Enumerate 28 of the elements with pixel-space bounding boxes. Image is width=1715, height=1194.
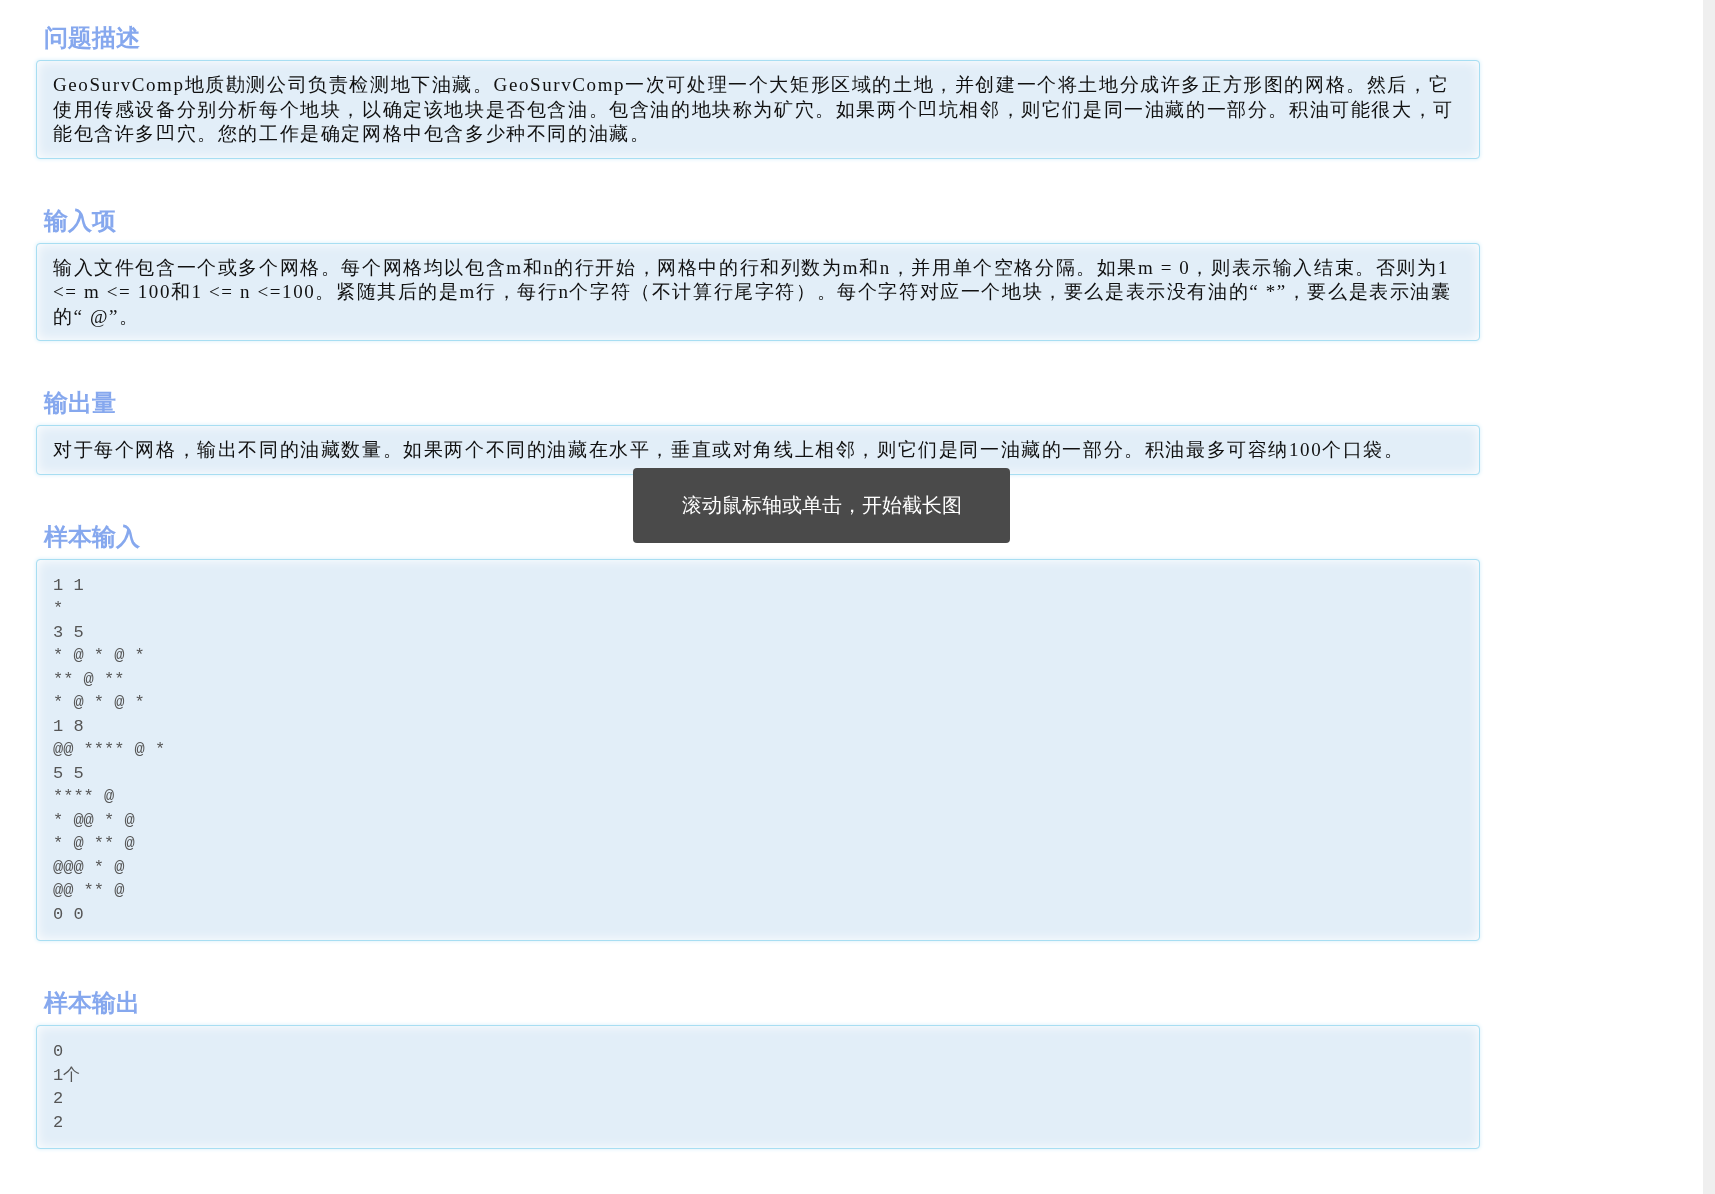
code-line: **** @ xyxy=(53,786,116,808)
section-heading: 输入项 xyxy=(44,205,116,237)
code-line: * @@ * @ xyxy=(53,809,136,832)
code-line: 3 5 xyxy=(53,621,85,644)
code-line: 1 8 xyxy=(53,715,85,738)
code-line: 0 xyxy=(53,1041,65,1063)
code-line: 2 xyxy=(53,1088,65,1110)
code-line: * @ ** @ xyxy=(53,833,136,855)
code-line: 1个 xyxy=(53,1064,82,1087)
description-text: GeoSurvComp地质勘测公司负责检测地下油藏。GeoSurvComp一次可处理一个大矩形区域的土地，并创建一个将土地分成许多正方形图的网格。然后，它使用传感设备分别分析每个地块，以确定该地块是否包含油。包含油的地块称为矿穴。如果两个凹坑相邻，则它们是同一油藏的一部分。积油可能很大，可能包含许多凹穴。您的工作是确定网格中包含多少种不同的油藏。 xyxy=(53,73,1455,146)
code-line: @@ ** @ xyxy=(53,880,126,902)
description-text: 对于每个网格，输出不同的油藏数量。如果两个不同的油藏在水平，垂直或对角线上相邻，则它们是同一油藏的一部分。积油最多可容纳100个口袋。 xyxy=(53,438,1406,462)
section-heading: 问题描述 xyxy=(44,23,140,54)
section-heading: 输出量 xyxy=(44,388,116,419)
toast-message: 滚动鼠标轴或单击，开始截长图 xyxy=(633,468,1010,543)
description-text: 输入文件包含一个或多个网格。每个网格均以包含m和n的行开始，网格中的行和列数为m和n，并用单个空格分隔。如果m = 0，则表示输入结束。否则为1 <= m <= 100和1 <= n <=100。紧随其后的是m行，每行n个字符（不计算行尾字符）。每个字符对应一个地块，要么是表示没有油的“ *”，要么是表示油囊的“ @”。 xyxy=(53,255,1453,329)
code-line: 0 0 xyxy=(53,903,85,926)
code-line: 1 1 xyxy=(53,574,85,597)
code-line: * @ * @ * xyxy=(53,692,146,714)
code-line: * xyxy=(53,598,65,620)
code-line: @@ **** @ * xyxy=(53,739,167,761)
code-line: ** @ ** xyxy=(53,668,126,691)
code-line: 2 xyxy=(53,1111,65,1134)
code-line: 5 5 xyxy=(53,762,85,785)
code-line: @@@ * @ xyxy=(53,856,126,879)
section-heading: 样本输出 xyxy=(44,988,140,1019)
code-line: * @ * @ * xyxy=(53,645,146,667)
section-heading: 样本输入 xyxy=(44,521,140,553)
